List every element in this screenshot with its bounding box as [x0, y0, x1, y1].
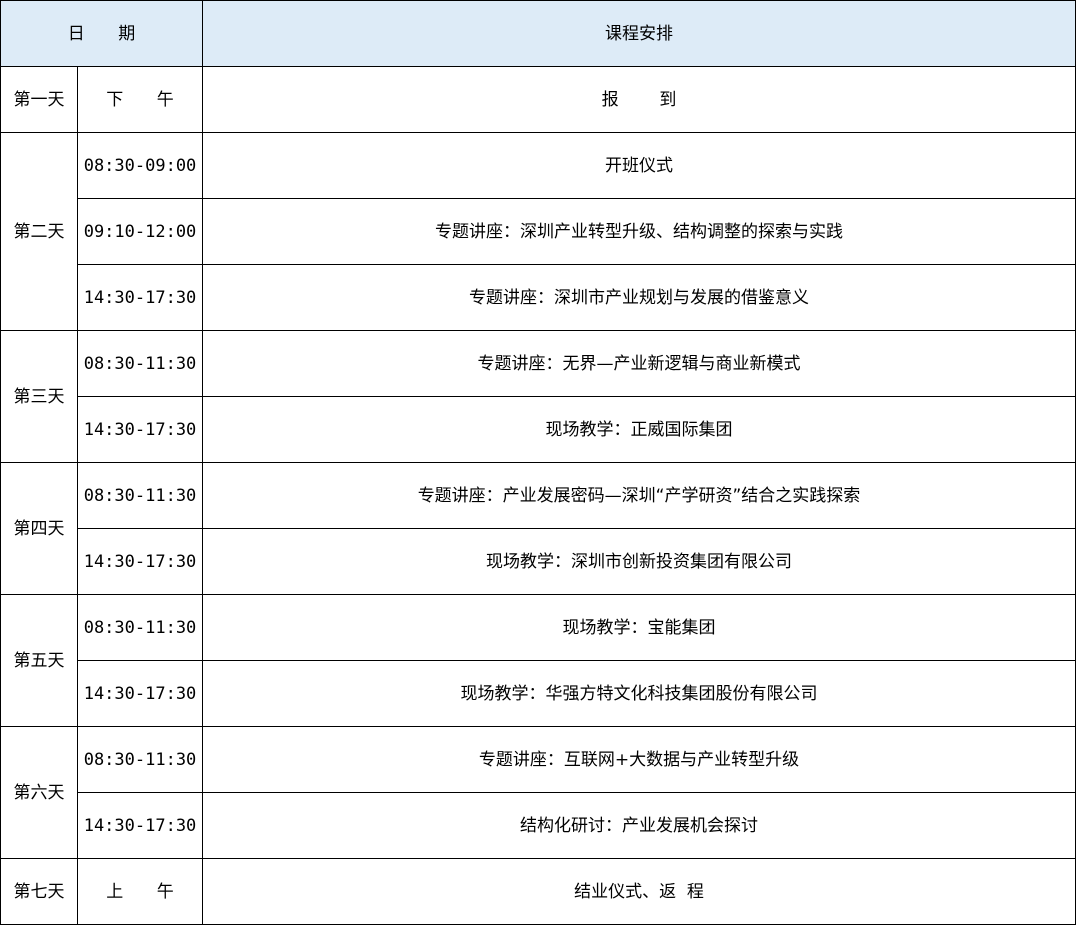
content-cell: 专题讲座：无界—产业新逻辑与商业新模式 [202, 330, 1076, 397]
table-row: 第一天 下 午 报 到 [0, 66, 1076, 133]
content-cell: 开班仪式 [202, 132, 1076, 199]
time-cell: 上 午 [77, 858, 203, 925]
table-row: 14:30-17:30 现场教学：正威国际集团 [1, 396, 1076, 463]
day-label: 第七天 [0, 858, 78, 925]
day-label: 第六天 [0, 726, 78, 859]
time-cell: 09:10-12:00 [77, 198, 203, 265]
day-label: 第三天 [0, 330, 78, 463]
table-row: 第四天 08:30-11:30 专题讲座：产业发展密码—深圳“产学研资”结合之实… [0, 462, 1076, 595]
time-cell: 08:30-11:30 [77, 726, 203, 793]
content-cell: 报 到 [202, 66, 1076, 133]
date-header-label: 日 期 [67, 23, 150, 44]
content-cell: 专题讲座：深圳产业转型升级、结构调整的探索与实践 [202, 198, 1076, 265]
time-cell: 08:30-11:30 [77, 462, 203, 529]
time-cell: 14:30-17:30 [77, 792, 203, 859]
content-cell: 现场教学：深圳市创新投资集团有限公司 [202, 528, 1076, 595]
table-row: 14:30-17:30 专题讲座：深圳市产业规划与发展的借鉴意义 [1, 264, 1076, 331]
table-row: 第七天 上 午 结业仪式、返 程 [0, 858, 1076, 925]
content-cell: 现场教学：宝能集团 [202, 594, 1076, 661]
content-cell: 现场教学：正威国际集团 [202, 396, 1076, 463]
table-row: 第六天 08:30-11:30 专题讲座：互联网+大数据与产业转型升级 [0, 726, 1076, 859]
content-label: 结业仪式、返 程 [574, 881, 704, 902]
time-cell: 14:30-17:30 [77, 264, 203, 331]
day-label: 第一天 [0, 66, 78, 133]
table-row: 14:30-17:30 现场教学：深圳市创新投资集团有限公司 [1, 528, 1076, 595]
day-label: 第二天 [0, 132, 78, 331]
time-cell: 下 午 [77, 66, 203, 133]
header-row: 日 期 课程安排 [0, 0, 1076, 67]
time-label: 下 午 [106, 89, 188, 110]
time-cell: 14:30-17:30 [77, 660, 203, 727]
date-header: 日 期 [0, 0, 203, 67]
content-label: 报 到 [601, 89, 687, 110]
day-label: 第四天 [0, 462, 78, 595]
table-row: 09:10-12:00 专题讲座：深圳产业转型升级、结构调整的探索与实践 [1, 198, 1076, 265]
time-cell: 08:30-11:30 [77, 594, 203, 661]
time-cell: 14:30-17:30 [77, 528, 203, 595]
time-label: 上 午 [106, 881, 188, 902]
time-cell: 14:30-17:30 [77, 396, 203, 463]
table-row: 第三天 08:30-11:30 专题讲座：无界—产业新逻辑与商业新模式 [0, 330, 1076, 463]
content-cell: 专题讲座：深圳市产业规划与发展的借鉴意义 [202, 264, 1076, 331]
time-cell: 08:30-11:30 [77, 330, 203, 397]
table-row: 14:30-17:30 结构化研讨：产业发展机会探讨 [1, 792, 1076, 859]
table-row: 第五天 08:30-11:30 现场教学：宝能集团 [0, 594, 1076, 727]
schedule-header: 课程安排 [202, 0, 1076, 67]
schedule-header-label: 课程安排 [605, 23, 673, 44]
content-cell: 现场教学：华强方特文化科技集团股份有限公司 [202, 660, 1076, 727]
content-cell: 专题讲座：互联网+大数据与产业转型升级 [202, 726, 1076, 793]
schedule-table: 日 期 课程安排 第一天 下 午 报 到 第二天 08:30-09:00 开班仪… [0, 0, 1076, 925]
content-cell: 结业仪式、返 程 [202, 858, 1076, 925]
time-cell: 08:30-09:00 [77, 132, 203, 199]
day-label: 第五天 [0, 594, 78, 727]
content-cell: 专题讲座：产业发展密码—深圳“产学研资”结合之实践探索 [202, 462, 1076, 529]
content-cell: 结构化研讨：产业发展机会探讨 [202, 792, 1076, 859]
table-row: 第二天 08:30-09:00 开班仪式 [0, 132, 1076, 331]
table-row: 14:30-17:30 现场教学：华强方特文化科技集团股份有限公司 [1, 660, 1076, 727]
